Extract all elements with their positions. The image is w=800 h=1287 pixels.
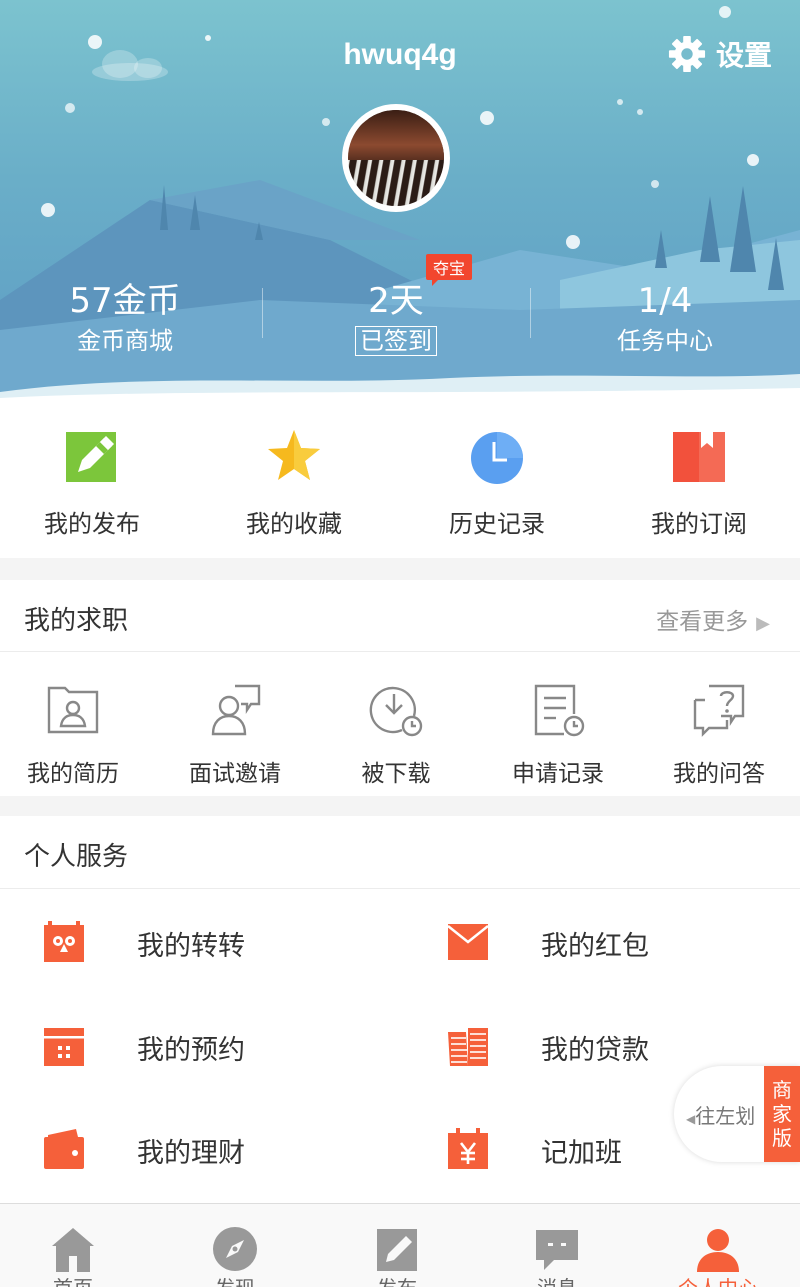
tasks-stat[interactable]: 1/4 任务中心 bbox=[535, 280, 795, 358]
swipe-left-text: 往左划 bbox=[695, 1104, 756, 1128]
overtime-label: 记加班 bbox=[541, 1138, 622, 1169]
interview-icon bbox=[211, 684, 261, 736]
duobao-badge[interactable]: 夺宝 bbox=[426, 254, 473, 286]
my-favorites-label: 我的收藏 bbox=[246, 510, 342, 538]
tab-profile[interactable]: 个人中心 bbox=[638, 1204, 798, 1287]
my-red-envelope-label: 我的红包 bbox=[541, 931, 649, 962]
settings-button[interactable]: 设置 bbox=[668, 34, 772, 74]
money-stack-icon bbox=[448, 1028, 488, 1066]
my-finance-button[interactable]: 我的理财 bbox=[0, 1103, 400, 1193]
avatar-image bbox=[348, 110, 444, 206]
jobs-title: 我的求职 bbox=[24, 606, 129, 636]
history-button[interactable]: 历史记录 bbox=[397, 400, 597, 558]
services-title: 个人服务 bbox=[24, 842, 129, 872]
gear-icon bbox=[668, 35, 706, 73]
merchant-version-label: 商家版 bbox=[764, 1066, 800, 1162]
red-envelope-icon bbox=[447, 924, 489, 960]
downloaded-label: 被下载 bbox=[361, 761, 431, 787]
coins-stat[interactable]: 57金币 金币商城 bbox=[0, 280, 255, 358]
services-section: 个人服务 我的转转 我的红包 我的预约 我的贷款 我的理财 记加班 bbox=[0, 816, 800, 1203]
avatar[interactable] bbox=[342, 104, 450, 212]
my-posts-label: 我的发布 bbox=[44, 510, 140, 538]
checkin-label: 已签到 bbox=[355, 326, 437, 356]
stat-divider bbox=[262, 288, 263, 338]
edit-square-icon bbox=[66, 432, 116, 482]
home-icon bbox=[52, 1228, 94, 1272]
my-favorites-button[interactable]: 我的收藏 bbox=[194, 400, 394, 558]
tab-home-label: 首页 bbox=[0, 1272, 153, 1287]
my-zhuanzhuan-button[interactable]: 我的转转 bbox=[0, 896, 400, 986]
my-finance-label: 我的理财 bbox=[137, 1138, 245, 1169]
tab-post-label: 发布 bbox=[317, 1272, 477, 1287]
checkin-value: 2天 bbox=[368, 281, 424, 321]
my-subscriptions-label: 我的订阅 bbox=[651, 510, 747, 538]
calendar-icon bbox=[44, 1028, 84, 1066]
swipe-left-hint: ◀往左划 bbox=[686, 1100, 755, 1129]
star-icon bbox=[268, 430, 320, 480]
post-edit-icon bbox=[377, 1229, 417, 1271]
checkin-stat[interactable]: 2天 已签到 bbox=[266, 280, 526, 358]
my-appointments-button[interactable]: 我的预约 bbox=[0, 1000, 400, 1090]
tab-discover-label: 发现 bbox=[155, 1272, 315, 1287]
jobs-section: 我的求职 查看更多 ▶ 我的简历 面试邀请 被下载 申请记录 我的问答 bbox=[0, 580, 800, 796]
triangle-left-icon: ◀ bbox=[686, 1112, 696, 1126]
interview-invite-label: 面试邀请 bbox=[189, 761, 281, 787]
settings-label: 设置 bbox=[715, 39, 772, 72]
clock-icon bbox=[471, 432, 523, 484]
wallet-icon bbox=[44, 1129, 84, 1169]
tab-discover[interactable]: 发现 bbox=[155, 1204, 315, 1287]
merchant-version-tab[interactable]: ◀往左划 商家版 bbox=[674, 1066, 800, 1162]
my-red-envelope-button[interactable]: 我的红包 bbox=[404, 896, 800, 986]
tab-profile-label: 个人中心 bbox=[638, 1272, 798, 1287]
tab-messages-label: 消息 bbox=[477, 1272, 637, 1287]
profile-header: hwuq4g 设置 57金币 金币商城 2天 已签到 夺宝 1/4 任务中心 bbox=[0, 0, 800, 400]
view-more-link[interactable]: 查看更多 ▶ bbox=[656, 602, 770, 636]
record-document-icon bbox=[534, 684, 585, 737]
coins-label: 金币商城 bbox=[77, 327, 173, 355]
person-icon bbox=[697, 1229, 739, 1272]
my-subscriptions-button[interactable]: 我的订阅 bbox=[599, 400, 799, 558]
history-label: 历史记录 bbox=[449, 510, 545, 538]
bottom-tab-bar: 首页 发现 发布 消息 个人中心 bbox=[0, 1203, 800, 1287]
question-chat-icon bbox=[693, 684, 745, 737]
tasks-label: 任务中心 bbox=[617, 327, 713, 355]
resume-icon bbox=[47, 686, 99, 734]
yen-calendar-icon bbox=[448, 1128, 488, 1169]
my-resume-label: 我的简历 bbox=[27, 761, 119, 787]
message-icon bbox=[536, 1230, 578, 1270]
zhuanzhuan-icon bbox=[44, 921, 84, 962]
my-appointments-label: 我的预约 bbox=[137, 1035, 245, 1066]
section-divider bbox=[0, 888, 800, 889]
my-loans-label: 我的贷款 bbox=[541, 1035, 649, 1066]
chevron-right-icon: ▶ bbox=[756, 613, 770, 634]
tab-post[interactable]: 发布 bbox=[317, 1204, 477, 1287]
application-records-label: 申请记录 bbox=[512, 761, 604, 787]
stat-divider bbox=[530, 288, 531, 338]
tab-home[interactable]: 首页 bbox=[0, 1204, 153, 1287]
section-divider bbox=[0, 651, 800, 652]
download-clock-icon bbox=[369, 686, 423, 737]
my-zhuanzhuan-label: 我的转转 bbox=[137, 931, 245, 962]
compass-icon bbox=[213, 1227, 257, 1271]
view-more-label: 查看更多 bbox=[656, 609, 749, 635]
my-qa-label: 我的问答 bbox=[673, 761, 765, 787]
my-posts-button[interactable]: 我的发布 bbox=[0, 400, 192, 558]
tab-messages[interactable]: 消息 bbox=[477, 1204, 637, 1287]
tasks-value: 1/4 bbox=[637, 281, 693, 321]
bookmark-book-icon bbox=[673, 432, 725, 482]
quick-actions: 我的发布 我的收藏 历史记录 我的订阅 bbox=[0, 400, 800, 558]
coins-value: 57金币 bbox=[69, 281, 181, 321]
